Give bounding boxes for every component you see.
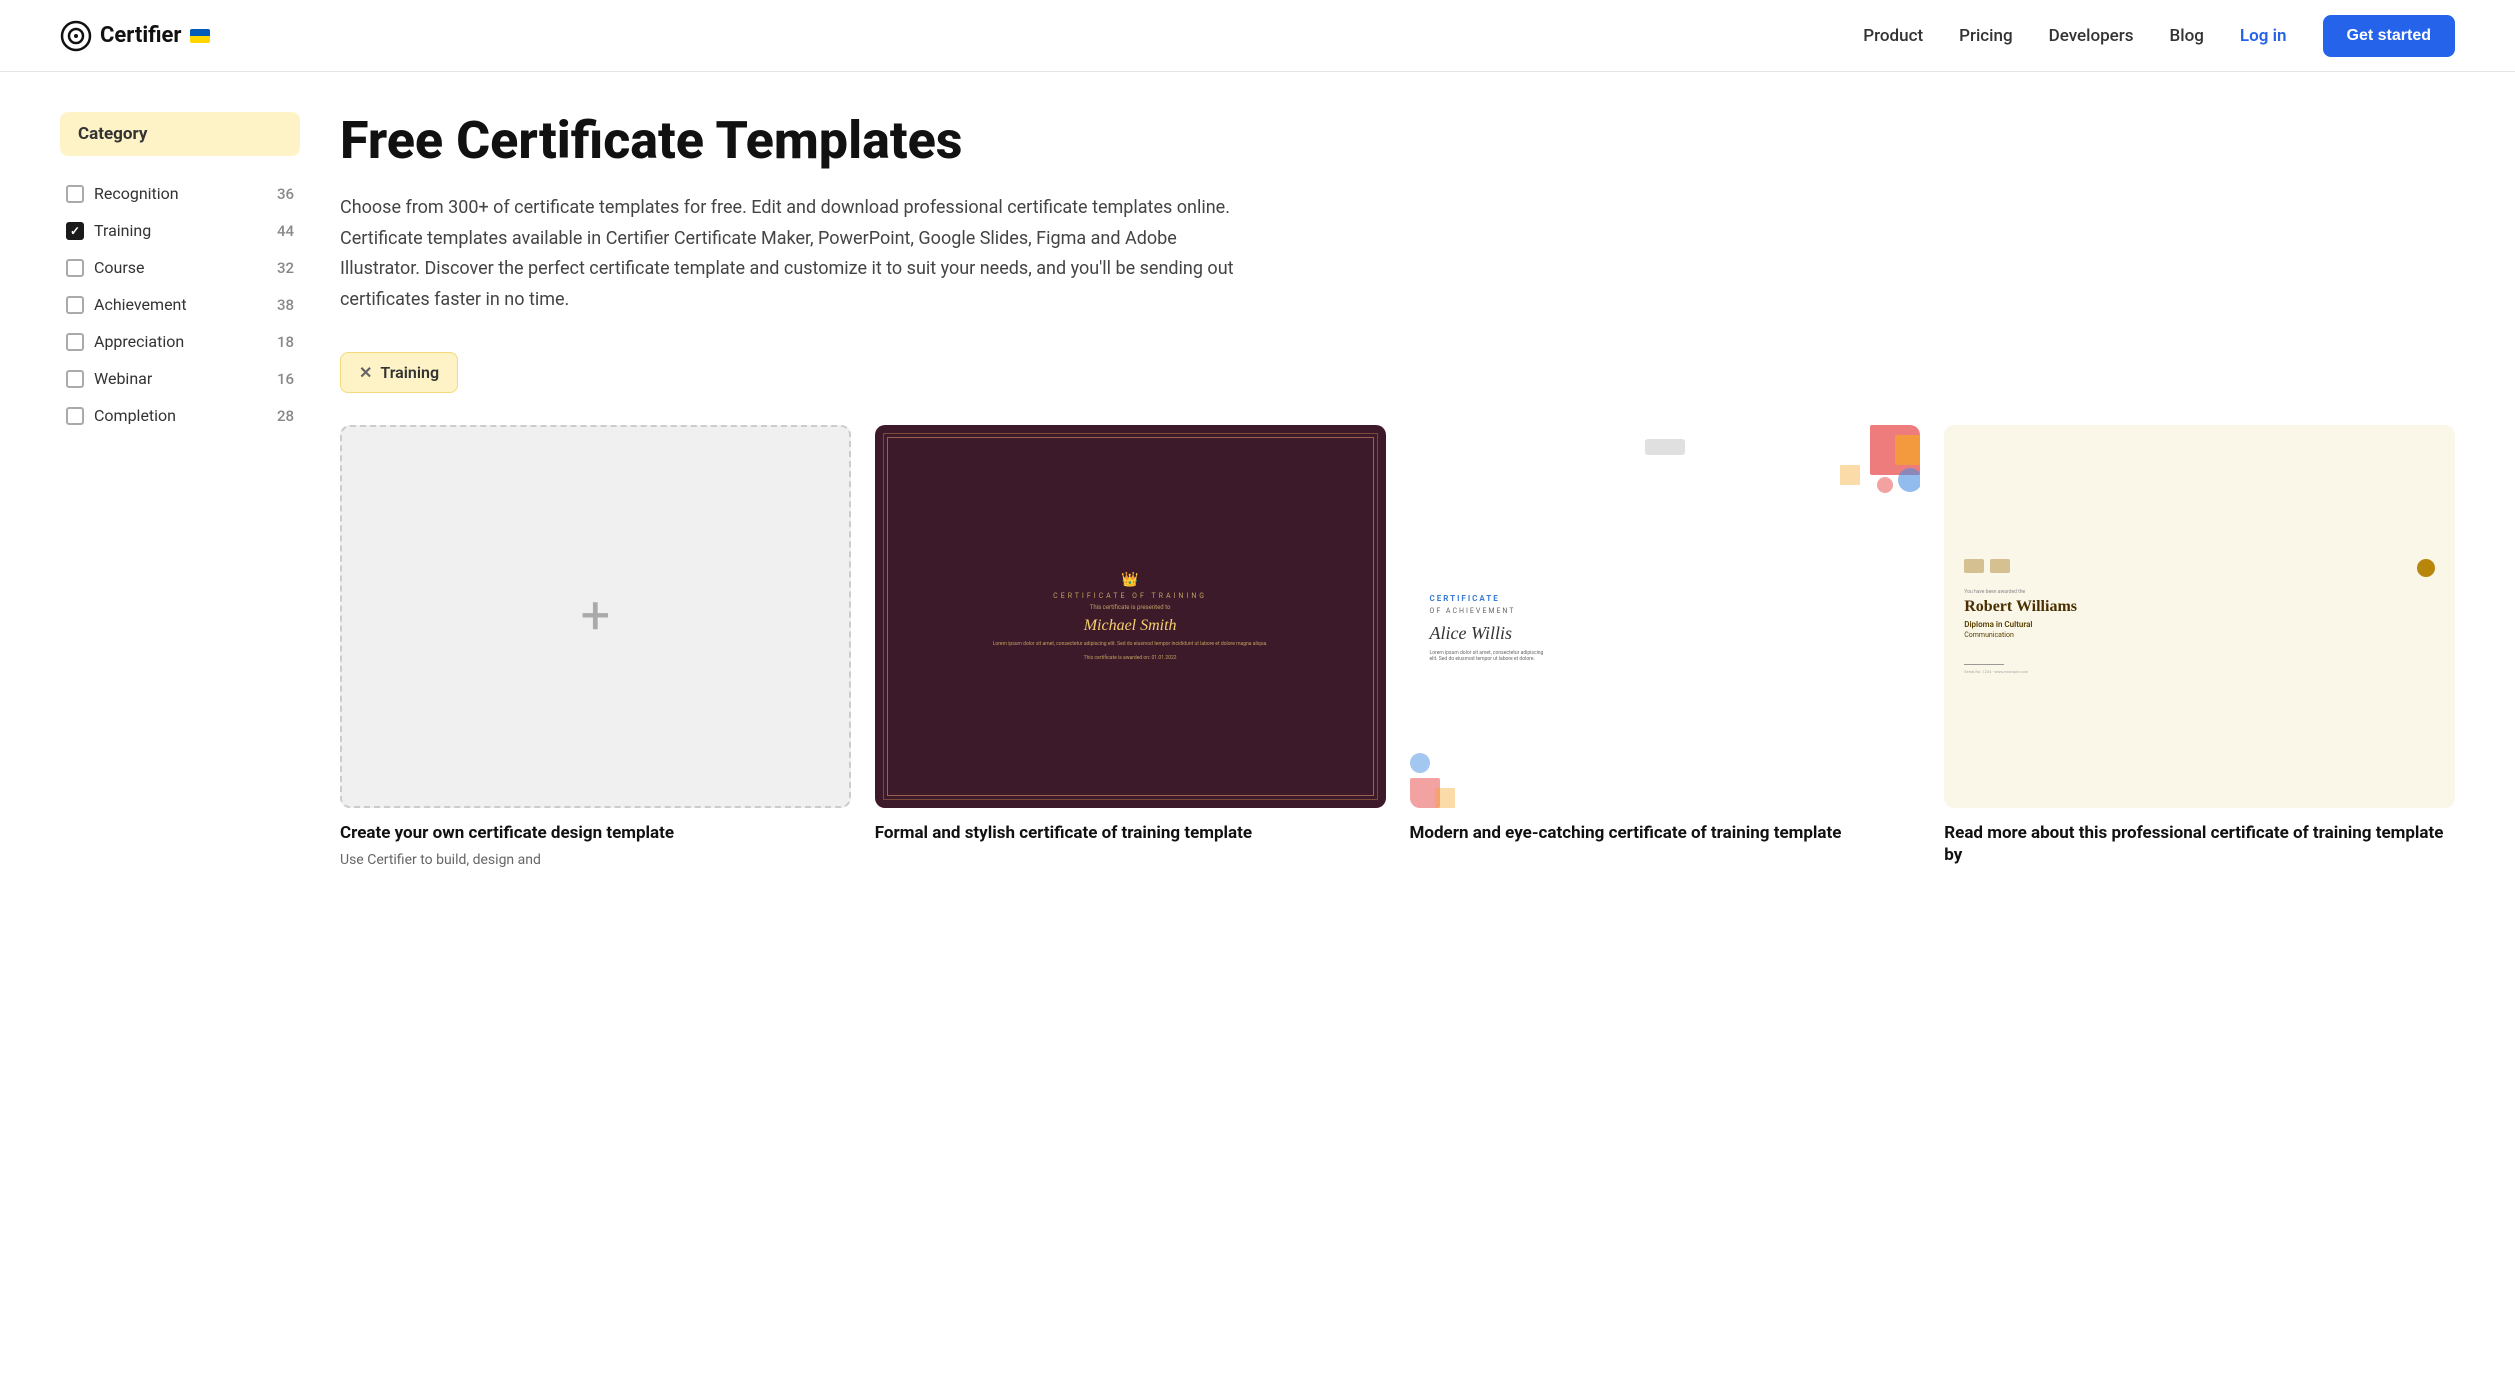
- checkbox-recognition[interactable]: [66, 185, 84, 203]
- card-image-create: +: [340, 425, 851, 808]
- company-logo-placeholder: [1645, 439, 1685, 455]
- card-title-formal: Formal and stylish certificate of traini…: [875, 822, 1386, 844]
- nav-blog[interactable]: Blog: [2170, 26, 2204, 46]
- category-count-recognition: 36: [277, 185, 294, 203]
- nav-product[interactable]: Product: [1863, 26, 1923, 46]
- card-title-create: Create your own certificate design templ…: [340, 822, 851, 844]
- main-content: Free Certificate Templates Choose from 3…: [340, 112, 2455, 872]
- checkbox-training[interactable]: ✓: [66, 222, 84, 240]
- logo-text: Certifier: [100, 23, 182, 48]
- ukraine-flag: [190, 29, 210, 43]
- sidebar-item-appreciation[interactable]: Appreciation 18: [60, 324, 300, 359]
- template-grid: + Create your own certificate design tem…: [340, 425, 2455, 872]
- filters: ✕ Training: [340, 352, 2455, 393]
- decorative-shapes-bl: [1410, 748, 1470, 808]
- category-name-achievement: Achievement: [94, 295, 267, 314]
- card-image-modern: CERTIFICATE OF ACHIEVEMENT Alice Willis …: [1410, 425, 1921, 808]
- rw-seal: [2417, 559, 2435, 577]
- page-description: Choose from 300+ of certificate template…: [340, 193, 1240, 315]
- checkbox-course[interactable]: [66, 259, 84, 277]
- sidebar-item-recognition[interactable]: Recognition 36: [60, 176, 300, 211]
- card-image-robert: You have been awarded the Robert William…: [1944, 425, 2455, 808]
- template-card-robert[interactable]: You have been awarded the Robert William…: [1944, 425, 2455, 872]
- page-layout: Category Recognition 36 ✓ Training 44 Co…: [0, 72, 2515, 932]
- nav-links: Product Pricing Developers Blog Log in G…: [1863, 15, 2455, 57]
- category-name-appreciation: Appreciation: [94, 332, 267, 351]
- filter-tag-label: Training: [380, 363, 439, 382]
- filter-training-tag[interactable]: ✕ Training: [340, 352, 458, 393]
- signature-line: [1964, 653, 2004, 665]
- checkmark-training: ✓: [70, 224, 80, 238]
- category-count-training: 44: [277, 222, 294, 240]
- crown-icon: 👑: [1121, 572, 1138, 588]
- category-count-achievement: 38: [277, 296, 294, 314]
- category-name-recognition: Recognition: [94, 184, 267, 203]
- category-count-appreciation: 18: [277, 333, 294, 351]
- card-title-modern: Modern and eye-catching certificate of t…: [1410, 822, 1921, 844]
- category-name-completion: Completion: [94, 406, 267, 425]
- card-subtitle-create: Use Certifier to build, design and: [340, 850, 851, 871]
- page-title: Free Certificate Templates: [340, 112, 2455, 169]
- template-card-create[interactable]: + Create your own certificate design tem…: [340, 425, 851, 872]
- category-count-completion: 28: [277, 407, 294, 425]
- checkbox-appreciation[interactable]: [66, 333, 84, 351]
- card-image-formal: 👑 CERTIFICATE OF TRAINING This certifica…: [875, 425, 1386, 808]
- decorative-shapes-tr: [1840, 425, 1920, 505]
- sidebar-item-training[interactable]: ✓ Training 44: [60, 213, 300, 248]
- checkbox-achievement[interactable]: [66, 296, 84, 314]
- checkbox-webinar[interactable]: [66, 370, 84, 388]
- nav-get-started-button[interactable]: Get started: [2323, 15, 2455, 57]
- checkbox-completion[interactable]: [66, 407, 84, 425]
- sidebar: Category Recognition 36 ✓ Training 44 Co…: [60, 112, 300, 872]
- card-title-robert: Read more about this professional certif…: [1944, 822, 2455, 866]
- nav-developers[interactable]: Developers: [2049, 26, 2134, 46]
- rw-logo-box-2: [1990, 559, 2010, 573]
- template-card-formal[interactable]: 👑 CERTIFICATE OF TRAINING This certifica…: [875, 425, 1386, 872]
- sidebar-item-course[interactable]: Course 32: [60, 250, 300, 285]
- logo-icon: [60, 20, 92, 52]
- category-name-webinar: Webinar: [94, 369, 267, 388]
- category-name-training: Training: [94, 221, 267, 240]
- logo-link[interactable]: Certifier: [60, 20, 210, 52]
- cert-preview-colorful: CERTIFICATE OF ACHIEVEMENT Alice Willis …: [1410, 425, 1921, 808]
- category-count-webinar: 16: [277, 370, 294, 388]
- navbar: Certifier Product Pricing Developers Blo…: [0, 0, 2515, 72]
- sidebar-item-webinar[interactable]: Webinar 16: [60, 361, 300, 396]
- cert-preview-maroon: 👑 CERTIFICATE OF TRAINING This certifica…: [875, 425, 1386, 808]
- rw-logo-box-1: [1964, 559, 1984, 573]
- template-card-modern[interactable]: CERTIFICATE OF ACHIEVEMENT Alice Willis …: [1410, 425, 1921, 872]
- plus-icon: +: [581, 590, 611, 642]
- sidebar-item-achievement[interactable]: Achievement 38: [60, 287, 300, 322]
- sidebar-header: Category: [60, 112, 300, 156]
- nav-pricing[interactable]: Pricing: [1959, 26, 2013, 46]
- sidebar-item-completion[interactable]: Completion 28: [60, 398, 300, 433]
- category-count-course: 32: [277, 259, 294, 277]
- category-name-course: Course: [94, 258, 267, 277]
- nav-login[interactable]: Log in: [2240, 26, 2287, 46]
- filter-remove-icon: ✕: [359, 363, 372, 382]
- cert-preview-robert: You have been awarded the Robert William…: [1944, 425, 2455, 808]
